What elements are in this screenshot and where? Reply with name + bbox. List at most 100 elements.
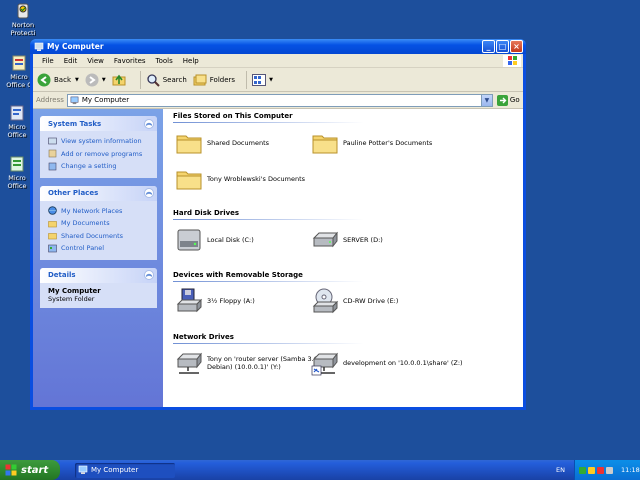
- desktop-icon-norton[interactable]: Norton Protecti: [3, 2, 43, 37]
- address-dropdown-icon[interactable]: ▼: [480, 94, 492, 106]
- system-tasks-header[interactable]: System Tasks ︽: [40, 116, 157, 131]
- toolbar: Back ▼ ▼ Search Folders ▼: [33, 68, 523, 92]
- security-tray-icon[interactable]: [597, 466, 604, 474]
- menu-help[interactable]: Help: [178, 57, 204, 65]
- details-header[interactable]: Details ︽: [40, 267, 157, 283]
- other-places-header[interactable]: Other Places ︽: [40, 185, 157, 201]
- group-header-files: Files Stored on This Computer: [173, 112, 363, 123]
- link-label: Add or remove programs: [61, 149, 143, 158]
- my-documents-icon: [48, 220, 57, 228]
- menu-edit[interactable]: Edit: [59, 57, 83, 65]
- toolbar-separator: [139, 70, 141, 89]
- folder-icon: [176, 135, 202, 154]
- menu-favorites[interactable]: Favorites: [109, 57, 151, 65]
- folders-icon: [193, 74, 207, 85]
- search-button[interactable]: Search: [146, 73, 187, 87]
- collapse-chevron-icon[interactable]: ︽: [144, 270, 154, 280]
- item-label: Tony Wroblewski's Documents: [207, 175, 306, 183]
- collapse-chevron-icon[interactable]: ︽: [144, 118, 154, 129]
- go-button[interactable]: Go: [496, 94, 520, 106]
- norton-tray-icon[interactable]: [588, 466, 595, 474]
- link-label: My Network Places: [61, 206, 123, 215]
- network-drive-item-y[interactable]: Tony on 'router server (Samba 3.0.0-Debi…: [175, 349, 332, 377]
- taskbar-button-my-computer[interactable]: My Computer: [75, 462, 175, 478]
- clock[interactable]: 11:18: [621, 466, 640, 474]
- back-button[interactable]: Back ▼: [37, 73, 79, 87]
- address-value: My Computer: [81, 96, 130, 104]
- folders-label: Folders: [209, 75, 236, 84]
- menu-file[interactable]: File: [37, 57, 59, 65]
- drive-item-cd-rw-e[interactable]: CD-RW Drive (E:): [311, 287, 468, 315]
- cd-drive-icon: [312, 288, 339, 314]
- close-button[interactable]: ×: [510, 40, 523, 53]
- drive-item-floppy-a[interactable]: 3½ Floppy (A:): [175, 287, 332, 315]
- forward-arrow-icon: [85, 73, 99, 86]
- up-button[interactable]: [112, 73, 129, 87]
- minimize-button[interactable]: _: [482, 40, 495, 53]
- volume-tray-icon[interactable]: [606, 466, 613, 474]
- taskbar-button-label: My Computer: [91, 466, 139, 474]
- control-panel-link[interactable]: Control Panel: [48, 242, 151, 255]
- link-label: View system information: [61, 137, 142, 146]
- item-label: Pauline Potter's Documents: [343, 139, 433, 147]
- office-icon: [10, 156, 24, 172]
- task-pane: System Tasks ︽ View system information A…: [33, 109, 163, 407]
- link-label: Shared Documents: [61, 231, 124, 240]
- folder-icon: [312, 135, 338, 154]
- shared-documents-link[interactable]: Shared Documents: [48, 230, 151, 243]
- network-drive-icon: [176, 352, 203, 374]
- address-bar: Address My Computer ▼ Go: [33, 92, 523, 109]
- drive-item-local-disk-c[interactable]: Local Disk (C:): [175, 226, 332, 254]
- drive-item-server-d[interactable]: SERVER (D:): [311, 226, 468, 254]
- item-label: SERVER (D:): [343, 236, 383, 244]
- change-setting-link[interactable]: Change a setting: [48, 160, 151, 173]
- menu-tools[interactable]: Tools: [151, 57, 178, 65]
- collapse-chevron-icon[interactable]: ︽: [144, 188, 154, 198]
- back-dropdown-icon[interactable]: ▼: [75, 77, 79, 83]
- hard-drive-icon: [312, 231, 339, 248]
- start-button[interactable]: start: [0, 460, 60, 480]
- control-panel-icon: [48, 162, 57, 171]
- maximize-button[interactable]: □: [496, 40, 509, 53]
- search-icon: [147, 73, 160, 87]
- system-tasks-panel: System Tasks ︽ View system information A…: [40, 116, 157, 178]
- address-input[interactable]: My Computer ▼: [66, 93, 493, 107]
- disconnected-network-drive-icon: [311, 352, 339, 376]
- forward-button[interactable]: ▼: [85, 73, 106, 87]
- language-indicator[interactable]: EN: [556, 466, 565, 474]
- network-places-icon: [48, 206, 57, 216]
- view-system-info-link[interactable]: View system information: [48, 135, 151, 148]
- details-name: My Computer: [48, 286, 101, 295]
- forward-dropdown-icon[interactable]: ▼: [102, 77, 106, 83]
- window-title: My Computer: [47, 42, 104, 51]
- hard-disk-icon: [177, 229, 201, 251]
- network-tray-icon[interactable]: [579, 466, 586, 474]
- office-icon: [10, 105, 24, 121]
- add-remove-programs-link[interactable]: Add or remove programs: [48, 148, 151, 161]
- shared-folder-icon: [48, 233, 57, 240]
- my-documents-link[interactable]: My Documents: [48, 217, 151, 230]
- menu-bar: File Edit View Favorites Tools Help: [33, 54, 523, 68]
- views-icon: [252, 73, 267, 86]
- folder-item-tony-documents[interactable]: Tony Wroblewski's Documents: [175, 165, 357, 193]
- my-network-places-link[interactable]: My Network Places: [48, 205, 151, 218]
- folders-button[interactable]: Folders: [193, 73, 235, 87]
- views-dropdown-icon[interactable]: ▼: [269, 77, 273, 83]
- views-button[interactable]: ▼: [252, 73, 273, 86]
- system-tasks-title: System Tasks: [48, 119, 102, 128]
- item-label: CD-RW Drive (E:): [343, 297, 399, 305]
- folder-item-pauline-documents[interactable]: Pauline Potter's Documents: [311, 129, 468, 157]
- windows-logo-icon: [503, 55, 521, 67]
- item-label: development on '10.0.0.1\share' (Z:): [343, 359, 463, 367]
- back-arrow-icon: [37, 73, 51, 86]
- start-label: start: [21, 464, 49, 476]
- add-remove-icon: [48, 149, 57, 158]
- go-label: Go: [509, 96, 520, 104]
- system-info-icon: [48, 137, 57, 145]
- folder-item-shared-documents[interactable]: Shared Documents: [175, 129, 332, 157]
- menu-view[interactable]: View: [82, 57, 109, 65]
- network-drive-item-z[interactable]: development on '10.0.0.1\share' (Z:): [311, 349, 468, 377]
- link-label: Control Panel: [61, 244, 105, 253]
- norton-icon: [17, 3, 29, 19]
- title-bar[interactable]: My Computer _ □ ×: [30, 39, 526, 54]
